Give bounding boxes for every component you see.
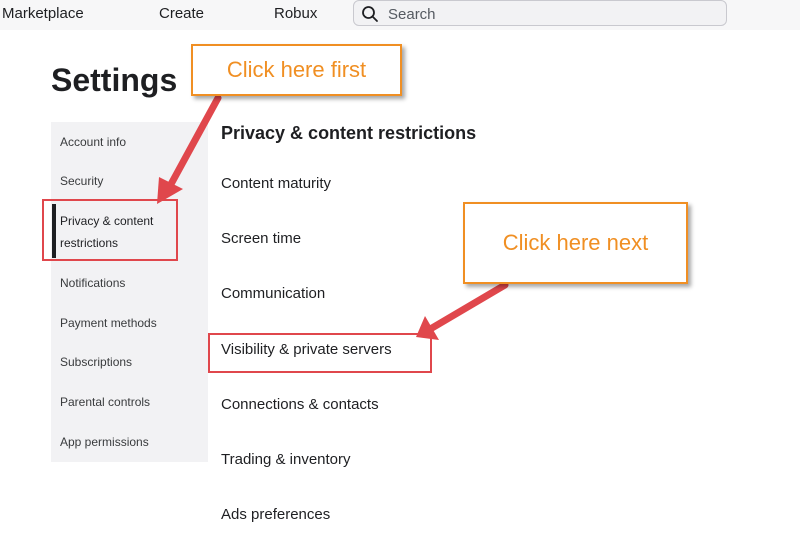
arrow-line-next — [428, 281, 509, 332]
callout-click-next: Click here next — [463, 202, 688, 284]
callout-click-first: Click here first — [191, 44, 402, 96]
arrow-line-first — [166, 94, 222, 190]
